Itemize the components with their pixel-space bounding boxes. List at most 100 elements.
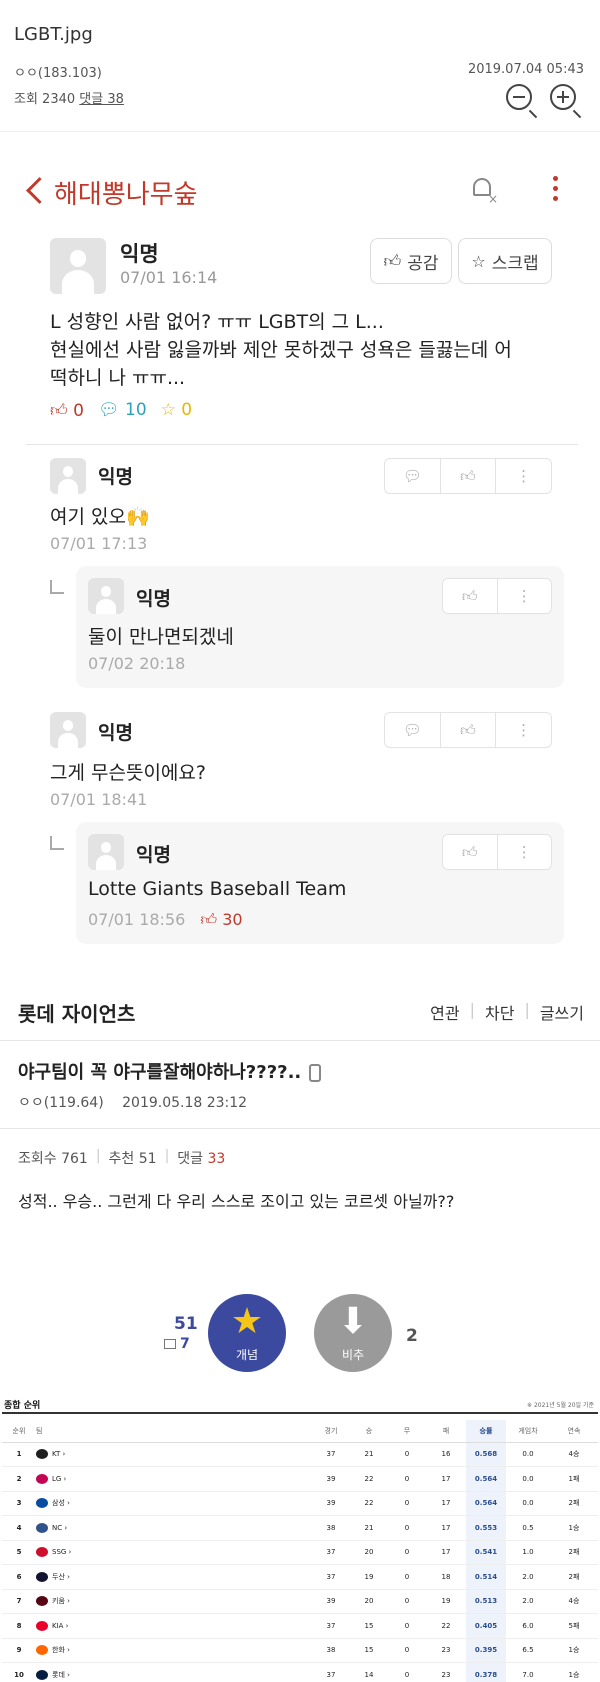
post-author-name: 익명 <box>120 242 159 266</box>
more-icon[interactable]: ⋮ <box>498 835 552 869</box>
col-streak[interactable]: 연속 <box>550 1420 598 1443</box>
col-losses[interactable]: 패 <box>426 1420 466 1443</box>
notification-off-icon[interactable]: × <box>470 176 498 206</box>
team-logo-icon <box>36 1449 48 1460</box>
gb-cell: 2.0 <box>506 1589 550 1614</box>
zoom-out-icon[interactable] <box>506 84 532 110</box>
col-gb[interactable]: 게임차 <box>506 1420 550 1443</box>
col-draws[interactable]: 무 <box>388 1420 426 1443</box>
more-icon[interactable]: ⋮ <box>496 713 551 747</box>
downvote-count: 2 <box>406 1326 418 1346</box>
losses-cell: 23 <box>426 1662 466 1682</box>
col-rank[interactable]: 순위 <box>2 1420 36 1443</box>
chevron-right-icon: › <box>60 1450 66 1459</box>
menu-write[interactable]: 글쓰기 <box>540 1000 584 1024</box>
downvote-label: 비추 <box>341 1348 365 1362</box>
gb-cell: 2.0 <box>506 1564 550 1590</box>
draws-cell: 0 <box>388 1515 426 1541</box>
back-arrow-icon[interactable] <box>22 175 52 205</box>
col-games[interactable]: 경기 <box>312 1420 350 1443</box>
team-cell[interactable]: SSG › <box>36 1540 312 1565</box>
chevron-right-icon: › <box>63 1621 69 1630</box>
views-count: 조회 2340 <box>14 92 76 107</box>
comment-text: 여기 있오🙌 <box>50 506 150 528</box>
games-cell: 39 <box>312 1491 350 1516</box>
streak-cell: 1승 <box>550 1515 598 1541</box>
pct-cell: 0.564 <box>466 1466 506 1492</box>
attachment-filename[interactable]: LGBT.jpg <box>14 24 93 45</box>
losses-cell: 19 <box>426 1589 466 1614</box>
team-cell[interactable]: 키움 › <box>36 1589 312 1614</box>
board-title: 해대뽕나무숲 <box>54 180 198 210</box>
wins-cell: 20 <box>350 1589 388 1614</box>
wins-cell: 15 <box>350 1613 388 1639</box>
downvote-button[interactable]: ⬇ 비추 <box>314 1294 392 1372</box>
gallery-post-content: 성적.. 우승.. 그런게 다 우리 스스로 조이고 있는 코르셋 아닐까?? <box>18 1192 455 1211</box>
games-cell: 37 <box>312 1613 350 1639</box>
comments-link[interactable]: 댓글 38 <box>79 92 124 107</box>
team-cell[interactable]: KIA › <box>36 1613 312 1639</box>
menu-related[interactable]: 연관 <box>430 1000 459 1024</box>
zoom-in-icon[interactable] <box>550 84 576 110</box>
comment-count: 💬︎ 10 <box>98 400 147 420</box>
thumbs-up-icon[interactable]: 👍︎ <box>441 713 497 747</box>
col-pct[interactable]: 승률 <box>466 1420 506 1443</box>
streak-cell: 2패 <box>550 1564 598 1590</box>
reply-arrow-icon <box>50 580 64 594</box>
comment-time: 07/01 18:56 👍︎ 30 <box>88 910 243 929</box>
team-cell[interactable]: KT › <box>36 1442 312 1467</box>
team-cell[interactable]: 롯데 › <box>36 1662 312 1682</box>
col-team[interactable]: 팀 <box>36 1420 312 1443</box>
rank-cell: 2 <box>2 1466 36 1492</box>
reply-icon[interactable]: 💬︎ <box>385 713 441 747</box>
fixed-upvote-count: 7 <box>164 1336 190 1352</box>
team-cell[interactable]: 두산 › <box>36 1564 312 1590</box>
streak-cell: 1승 <box>550 1638 598 1663</box>
losses-cell: 23 <box>426 1638 466 1663</box>
team-cell[interactable]: 한화 › <box>36 1638 312 1663</box>
chevron-right-icon: › <box>64 1597 70 1606</box>
losses-cell: 18 <box>426 1564 466 1590</box>
team-cell[interactable]: LG › <box>36 1466 312 1492</box>
scrap-count: ☆ 0 <box>160 400 193 420</box>
thumbs-up-icon[interactable]: 👍︎ <box>443 579 498 613</box>
upvote-count: 51 <box>174 1314 198 1334</box>
like-count: 👍︎ 0 <box>50 401 84 421</box>
comment-author: 익명 <box>98 466 133 488</box>
draws-cell: 0 <box>388 1442 426 1467</box>
table-row: 1 KT › 37 21 0 16 0.568 0.0 4승 <box>2 1442 598 1467</box>
comment-actions: 💬︎ 👍︎ ⋮ <box>384 712 552 748</box>
thumbs-up-icon[interactable]: 👍︎ <box>443 835 498 869</box>
upvote-button[interactable]: ★ 개념 <box>208 1294 286 1372</box>
wins-cell: 20 <box>350 1540 388 1565</box>
more-menu-icon[interactable] <box>548 176 562 204</box>
gb-cell: 6.0 <box>506 1613 550 1639</box>
wins-cell: 22 <box>350 1491 388 1516</box>
chevron-right-icon: › <box>64 1499 70 1508</box>
streak-cell: 4승 <box>550 1442 598 1467</box>
pct-cell: 0.378 <box>466 1662 506 1682</box>
more-icon[interactable]: ⋮ <box>498 579 552 613</box>
thumbs-up-icon[interactable]: 👍︎ <box>441 459 497 493</box>
losses-cell: 17 <box>426 1466 466 1492</box>
team-logo-icon <box>36 1522 48 1533</box>
post-time: 07/01 16:14 <box>120 268 218 287</box>
rank-cell: 1 <box>2 1442 36 1467</box>
draws-cell: 0 <box>388 1589 426 1614</box>
menu-block[interactable]: 차단 <box>485 1000 514 1024</box>
like-button[interactable]: 👍︎ 공감 <box>370 238 452 284</box>
more-icon[interactable]: ⋮ <box>496 459 551 493</box>
comment-actions: 💬︎ 👍︎ ⋮ <box>384 458 552 494</box>
rank-cell: 10 <box>2 1662 36 1682</box>
rank-cell: 5 <box>2 1540 36 1565</box>
standings-note: ※ 2021년 5월 20일 기준 <box>527 1402 594 1409</box>
scrap-button[interactable]: ☆ 스크랩 <box>458 238 552 284</box>
team-cell[interactable]: NC › <box>36 1515 312 1541</box>
reply-icon[interactable]: 💬︎ <box>385 459 441 493</box>
team-cell[interactable]: 삼성 › <box>36 1491 312 1516</box>
comment-time: 07/02 20:18 <box>88 654 186 673</box>
down-arrow-icon: ⬇ <box>337 1301 369 1342</box>
chevron-right-icon: › <box>64 1572 70 1581</box>
team-logo-icon <box>36 1547 48 1558</box>
col-wins[interactable]: 승 <box>350 1420 388 1443</box>
